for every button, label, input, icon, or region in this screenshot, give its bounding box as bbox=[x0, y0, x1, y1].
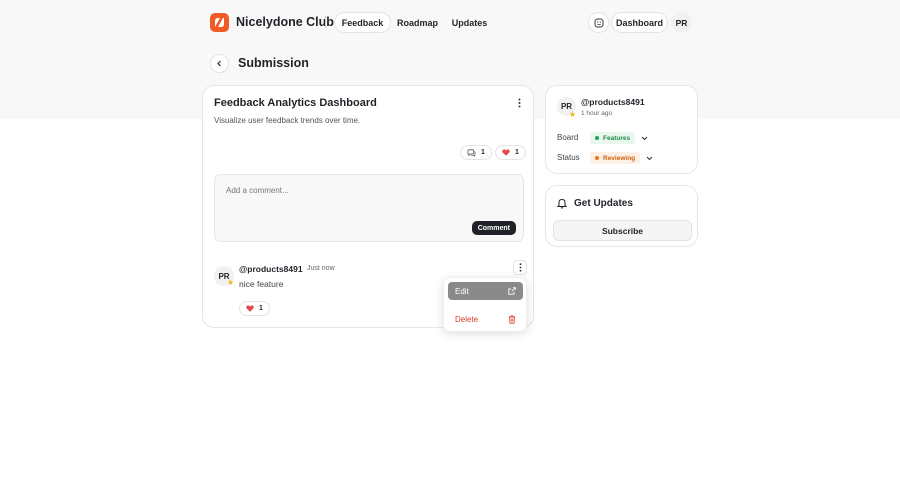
star-icon: ★ bbox=[227, 278, 235, 287]
brand-logo-icon[interactable] bbox=[210, 13, 229, 32]
bell-icon bbox=[557, 198, 567, 209]
menu-edit-label: Edit bbox=[455, 286, 469, 296]
comment-username[interactable]: @products8491 bbox=[239, 264, 303, 274]
heart-icon bbox=[502, 149, 510, 156]
chevron-down-icon[interactable] bbox=[640, 134, 648, 142]
status-select[interactable]: Reviewing bbox=[590, 152, 641, 164]
comment-placeholder: Add a comment... bbox=[226, 186, 289, 195]
comment-like-button[interactable]: 1 bbox=[239, 301, 270, 316]
status-dot bbox=[595, 156, 599, 160]
menu-edit[interactable]: Edit bbox=[448, 282, 523, 300]
nav-updates[interactable]: Updates bbox=[448, 12, 491, 33]
menu-delete[interactable]: Delete bbox=[448, 310, 523, 328]
trash-icon bbox=[508, 315, 516, 324]
board-label: Board bbox=[557, 133, 579, 142]
comment-submit-button[interactable]: Comment bbox=[471, 221, 516, 235]
menu-delete-label: Delete bbox=[455, 314, 479, 324]
comment-more-icon[interactable] bbox=[513, 260, 527, 275]
smiley-icon bbox=[594, 18, 603, 27]
status-label: Status bbox=[557, 153, 580, 162]
comment-like-count: 1 bbox=[259, 305, 263, 312]
star-icon: ★ bbox=[569, 110, 577, 119]
post-like-button[interactable]: 1 bbox=[495, 145, 526, 160]
post-more-icon[interactable] bbox=[513, 96, 525, 110]
post-timestamp: 1 hour ago bbox=[581, 110, 613, 117]
back-button[interactable] bbox=[210, 54, 229, 73]
comment-icon bbox=[467, 148, 476, 157]
get-updates-card: Get Updates Subscribe bbox=[545, 185, 698, 247]
post-details-card: PR ★ @products8491 1 hour ago Board Feat… bbox=[545, 85, 698, 174]
brand-name[interactable]: Nicelydone Club bbox=[236, 15, 334, 29]
status-value: Reviewing bbox=[603, 154, 636, 162]
comment-actions-menu: Edit Delete bbox=[443, 277, 527, 332]
updates-title: Get Updates bbox=[574, 198, 633, 209]
author-username[interactable]: @products8491 bbox=[581, 97, 645, 107]
like-count-value: 1 bbox=[515, 149, 519, 156]
post-description: Visualize user feedback trends over time… bbox=[214, 116, 361, 125]
external-link-icon bbox=[508, 287, 516, 295]
post-title: Feedback Analytics Dashboard bbox=[214, 97, 377, 109]
chevron-left-icon bbox=[217, 60, 221, 67]
comment-input[interactable]: Add a comment... Comment bbox=[214, 174, 524, 242]
subscribe-button[interactable]: Subscribe bbox=[553, 220, 692, 241]
notification-button[interactable] bbox=[588, 12, 609, 33]
comment-text: nice feature bbox=[239, 279, 284, 289]
chevron-down-icon[interactable] bbox=[645, 154, 653, 162]
page-title: Submission bbox=[238, 56, 309, 70]
user-avatar[interactable]: PR bbox=[671, 12, 692, 33]
board-select[interactable]: Features bbox=[590, 132, 636, 144]
board-value: Features bbox=[603, 134, 631, 142]
header: Nicelydone Club Feedback Roadmap Updates… bbox=[0, 0, 900, 46]
header-divider bbox=[325, 16, 326, 28]
heart-icon bbox=[246, 305, 254, 312]
comment-count-value: 1 bbox=[481, 149, 485, 156]
dashboard-button[interactable]: Dashboard bbox=[611, 12, 668, 33]
board-dot bbox=[595, 136, 599, 140]
nav-feedback[interactable]: Feedback bbox=[334, 12, 391, 33]
nav-roadmap[interactable]: Roadmap bbox=[394, 12, 441, 33]
comment-timestamp: Just now bbox=[307, 265, 335, 272]
post-comment-count[interactable]: 1 bbox=[460, 145, 492, 160]
